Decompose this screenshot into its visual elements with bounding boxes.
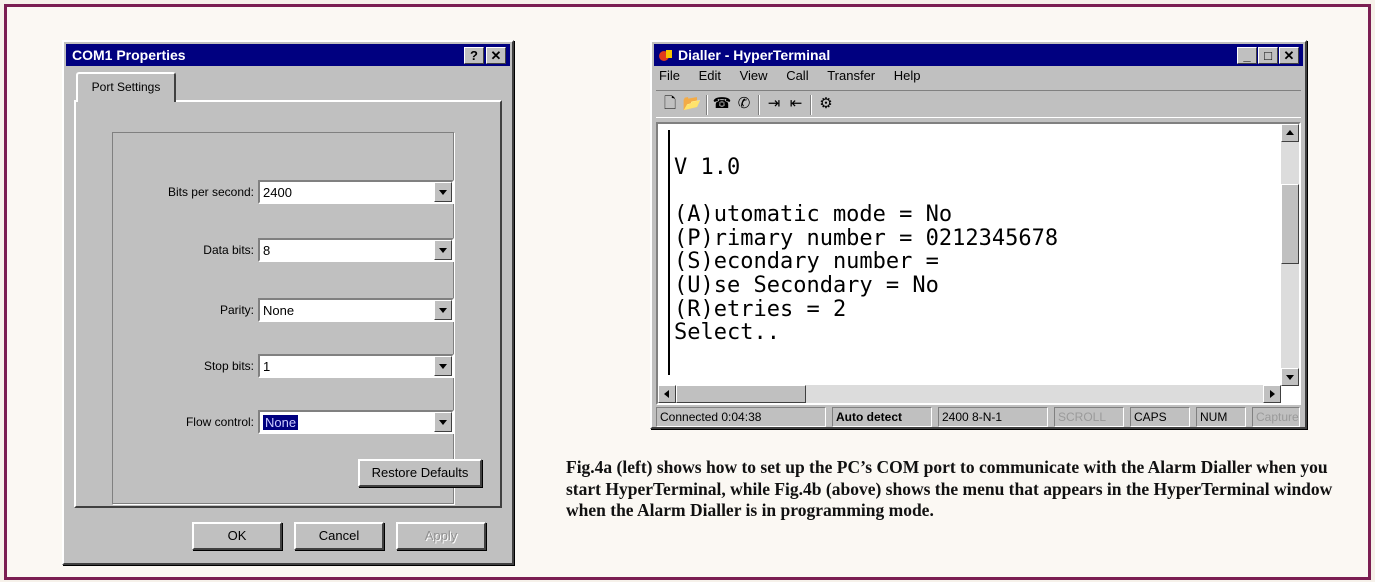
status-connected: Connected 0:04:38 (656, 407, 826, 427)
chevron-down-icon[interactable] (434, 356, 452, 376)
bits-per-second-value: 2400 (263, 185, 292, 200)
menu-view[interactable]: View (740, 68, 768, 83)
bits-per-second-row: Bits per second: 2400 (76, 180, 504, 204)
chevron-down-icon[interactable] (434, 412, 452, 432)
horizontal-scroll-thumb[interactable] (676, 385, 806, 403)
status-caps: CAPS (1130, 407, 1190, 427)
status-num: NUM (1196, 407, 1246, 427)
help-button[interactable]: ? (464, 47, 484, 64)
cancel-button[interactable]: Cancel (294, 522, 384, 550)
data-bits-row: Data bits: 8 (76, 238, 504, 262)
stop-bits-value: 1 (263, 359, 271, 374)
parity-select[interactable]: None (258, 298, 454, 322)
scroll-right-button[interactable] (1263, 385, 1281, 403)
properties-icon[interactable]: ⚙ (816, 95, 836, 113)
ok-button[interactable]: OK (192, 522, 282, 550)
horizontal-scrollbar[interactable] (658, 385, 1281, 403)
minimize-button[interactable]: _ (1237, 47, 1257, 64)
status-port-settings: 2400 8-N-1 (938, 407, 1048, 427)
terminal-area[interactable]: V 1.0 (A)utomatic mode = No (P)rimary nu… (656, 122, 1301, 405)
maximize-button[interactable]: □ (1258, 47, 1278, 64)
menu-help[interactable]: Help (894, 68, 921, 83)
terminal-left-margin (668, 130, 670, 375)
parity-label: Parity: (219, 303, 254, 317)
data-bits-value: 8 (263, 243, 271, 258)
toolbar-separator (706, 95, 708, 115)
bits-per-second-label: Bits per second: (167, 185, 254, 199)
toolbar-separator (758, 95, 760, 115)
menu-bar: File Edit View Call Transfer Help (656, 68, 933, 90)
status-auto-detect: Auto detect (832, 407, 932, 427)
receive-icon[interactable]: ⇤ (786, 95, 806, 113)
stop-bits-label: Stop bits: (203, 359, 254, 373)
toolbar-separator (810, 95, 812, 115)
scroll-up-button[interactable] (1281, 124, 1299, 142)
menu-edit[interactable]: Edit (699, 68, 721, 83)
status-scroll: SCROLL (1054, 407, 1124, 427)
window-title-bar: Dialler - HyperTerminal _ □ ✕ (654, 44, 1303, 66)
figure-caption: Fig.4a (left) shows how to set up the PC… (566, 457, 1333, 520)
toolbar: 🗋 📂 ☎ ✆ ⇥ ⇤ ⚙ (656, 90, 1301, 118)
dialog-title-bar: COM1 Properties ? ✕ (66, 44, 510, 66)
status-capture: Capture (1252, 407, 1300, 427)
disconnect-icon[interactable]: ✆ (734, 95, 754, 113)
open-icon[interactable]: 📂 (682, 95, 702, 113)
status-bar: Connected 0:04:38 Auto detect 2400 8-N-1… (656, 407, 1301, 427)
stop-bits-row: Stop bits: 1 (76, 354, 504, 378)
chevron-down-icon[interactable] (434, 300, 452, 320)
data-bits-label: Data bits: (203, 243, 254, 257)
vertical-scrollbar[interactable] (1281, 124, 1299, 386)
stop-bits-select[interactable]: 1 (258, 354, 454, 378)
window-close-button[interactable]: ✕ (1279, 47, 1299, 64)
port-settings-panel: Bits per second: 2400 Data bits: 8 Parit… (74, 100, 502, 508)
com1-properties-dialog: COM1 Properties ? ✕ Port Settings Bits p… (62, 40, 514, 565)
hyperterminal-app-icon (659, 50, 672, 61)
data-bits-select[interactable]: 8 (258, 238, 454, 262)
scroll-down-button[interactable] (1281, 368, 1299, 386)
apply-button[interactable]: Apply (396, 522, 486, 550)
close-button[interactable]: ✕ (486, 47, 506, 64)
flow-control-select[interactable]: None (258, 410, 454, 434)
new-icon[interactable]: 🗋 (660, 95, 680, 113)
menu-transfer[interactable]: Transfer (827, 68, 875, 83)
menu-file[interactable]: File (659, 68, 680, 83)
bits-per-second-select[interactable]: 2400 (258, 180, 454, 204)
parity-row: Parity: None (76, 298, 504, 322)
dialog-title: COM1 Properties (72, 47, 186, 63)
scroll-left-button[interactable] (658, 385, 676, 403)
flow-control-value: None (263, 415, 299, 430)
window-title: Dialler - HyperTerminal (678, 47, 831, 63)
parity-value: None (263, 303, 295, 318)
vertical-scroll-thumb[interactable] (1281, 184, 1299, 264)
chevron-down-icon[interactable] (434, 240, 452, 260)
chevron-down-icon[interactable] (434, 182, 452, 202)
send-icon[interactable]: ⇥ (764, 95, 784, 113)
connect-icon[interactable]: ☎ (712, 95, 732, 113)
flow-control-row: Flow control: None (76, 410, 504, 434)
flow-control-label: Flow control: (185, 415, 254, 429)
hyperterminal-window: Dialler - HyperTerminal _ □ ✕ File Edit … (650, 40, 1307, 429)
menu-call[interactable]: Call (786, 68, 808, 83)
restore-defaults-button[interactable]: Restore Defaults (358, 459, 482, 487)
tab-port-settings[interactable]: Port Settings (76, 72, 176, 102)
terminal-text: V 1.0 (A)utomatic mode = No (P)rimary nu… (674, 155, 1059, 346)
